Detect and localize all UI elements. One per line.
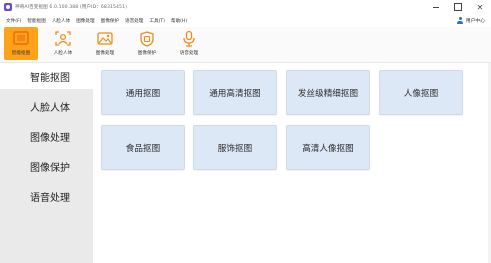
tool-label: 语音处理 bbox=[179, 51, 199, 56]
sidebar-item-image-protect[interactable]: 图像保护 bbox=[0, 153, 93, 179]
sidebar-item-smart-matting[interactable]: 智能抠图 bbox=[0, 63, 93, 89]
sidebar-item-voice-processing[interactable]: 语音处理 bbox=[0, 183, 93, 209]
maximize-icon[interactable] bbox=[447, 0, 469, 14]
card-food-matting[interactable]: 食品抠图 bbox=[101, 125, 185, 170]
card-portrait-matting[interactable]: 人像抠图 bbox=[379, 70, 463, 115]
tool-label: 图像保护 bbox=[137, 51, 157, 56]
minimize-icon[interactable] bbox=[425, 0, 447, 14]
card-general-hd-matting[interactable]: 通用高清抠图 bbox=[193, 70, 277, 115]
card-hair-fine-matting[interactable]: 发丝级精细抠图 bbox=[286, 70, 370, 115]
smart-matting-icon bbox=[13, 31, 29, 45]
window-title: 神奇AI百变抠图 6.0.100.388 (用户ID：68315451) bbox=[15, 5, 127, 10]
menu-file[interactable]: 文件(F) bbox=[6, 18, 21, 24]
card-hd-portrait-matting[interactable]: 高清人像抠图 bbox=[286, 125, 370, 170]
image-protect-icon bbox=[140, 31, 154, 47]
card-general-matting[interactable]: 通用抠图 bbox=[101, 70, 185, 115]
menu-tools[interactable]: 工具(T) bbox=[149, 18, 165, 24]
image-processing-icon bbox=[97, 32, 113, 45]
tool-label: 图像处理 bbox=[95, 51, 115, 56]
user-center-label: 用户中心 bbox=[465, 19, 485, 24]
sidebar: 智能抠图 人脸人体 图像处理 图像保护 语音处理 bbox=[0, 63, 93, 263]
tool-label: 智能抠图 bbox=[11, 51, 31, 56]
toolbar: 智能抠图 人脸人体 图像处理 图像保护 语音处理 bbox=[0, 27, 491, 63]
menu-face-body[interactable]: 人脸人体 bbox=[52, 18, 70, 24]
menu-help[interactable]: 帮助(H) bbox=[171, 18, 187, 24]
window-controls: ✕ bbox=[425, 0, 491, 14]
tool-label: 人脸人体 bbox=[53, 51, 73, 56]
feature-grid: 通用抠图 通用高清抠图 发丝级精细抠图 人像抠图 食品抠图 服饰抠图 高清人像抠… bbox=[93, 63, 491, 263]
close-icon[interactable]: ✕ bbox=[469, 0, 491, 14]
menu-smart-matting[interactable]: 智能抠图 bbox=[27, 18, 45, 24]
sidebar-item-face-body[interactable]: 人脸人体 bbox=[0, 93, 93, 119]
card-clothing-matting[interactable]: 服饰抠图 bbox=[193, 125, 277, 170]
user-icon bbox=[457, 17, 464, 24]
tool-image-processing[interactable]: 图像处理 bbox=[88, 27, 122, 60]
tool-voice-processing[interactable]: 语音处理 bbox=[172, 27, 206, 60]
menu-image-processing[interactable]: 图像处理 bbox=[76, 18, 94, 24]
tool-face-body[interactable]: 人脸人体 bbox=[46, 27, 80, 60]
title-bar: 神奇AI百变抠图 6.0.100.388 (用户ID：68315451) ✕ bbox=[0, 0, 491, 14]
face-body-icon bbox=[55, 31, 71, 46]
user-center-button[interactable]: 用户中心 bbox=[457, 14, 485, 27]
menu-voice-processing[interactable]: 语音处理 bbox=[125, 18, 143, 24]
voice-processing-icon bbox=[183, 30, 195, 47]
menu-bar: 文件(F) 智能抠图 人脸人体 图像处理 图像保护 语音处理 工具(T) 帮助(… bbox=[0, 14, 491, 27]
app-logo-icon bbox=[4, 3, 12, 11]
tool-image-protect[interactable]: 图像保护 bbox=[130, 27, 164, 60]
menu-image-protect[interactable]: 图像保护 bbox=[101, 18, 119, 24]
tool-smart-matting[interactable]: 智能抠图 bbox=[4, 27, 38, 60]
sidebar-item-image-processing[interactable]: 图像处理 bbox=[0, 123, 93, 149]
